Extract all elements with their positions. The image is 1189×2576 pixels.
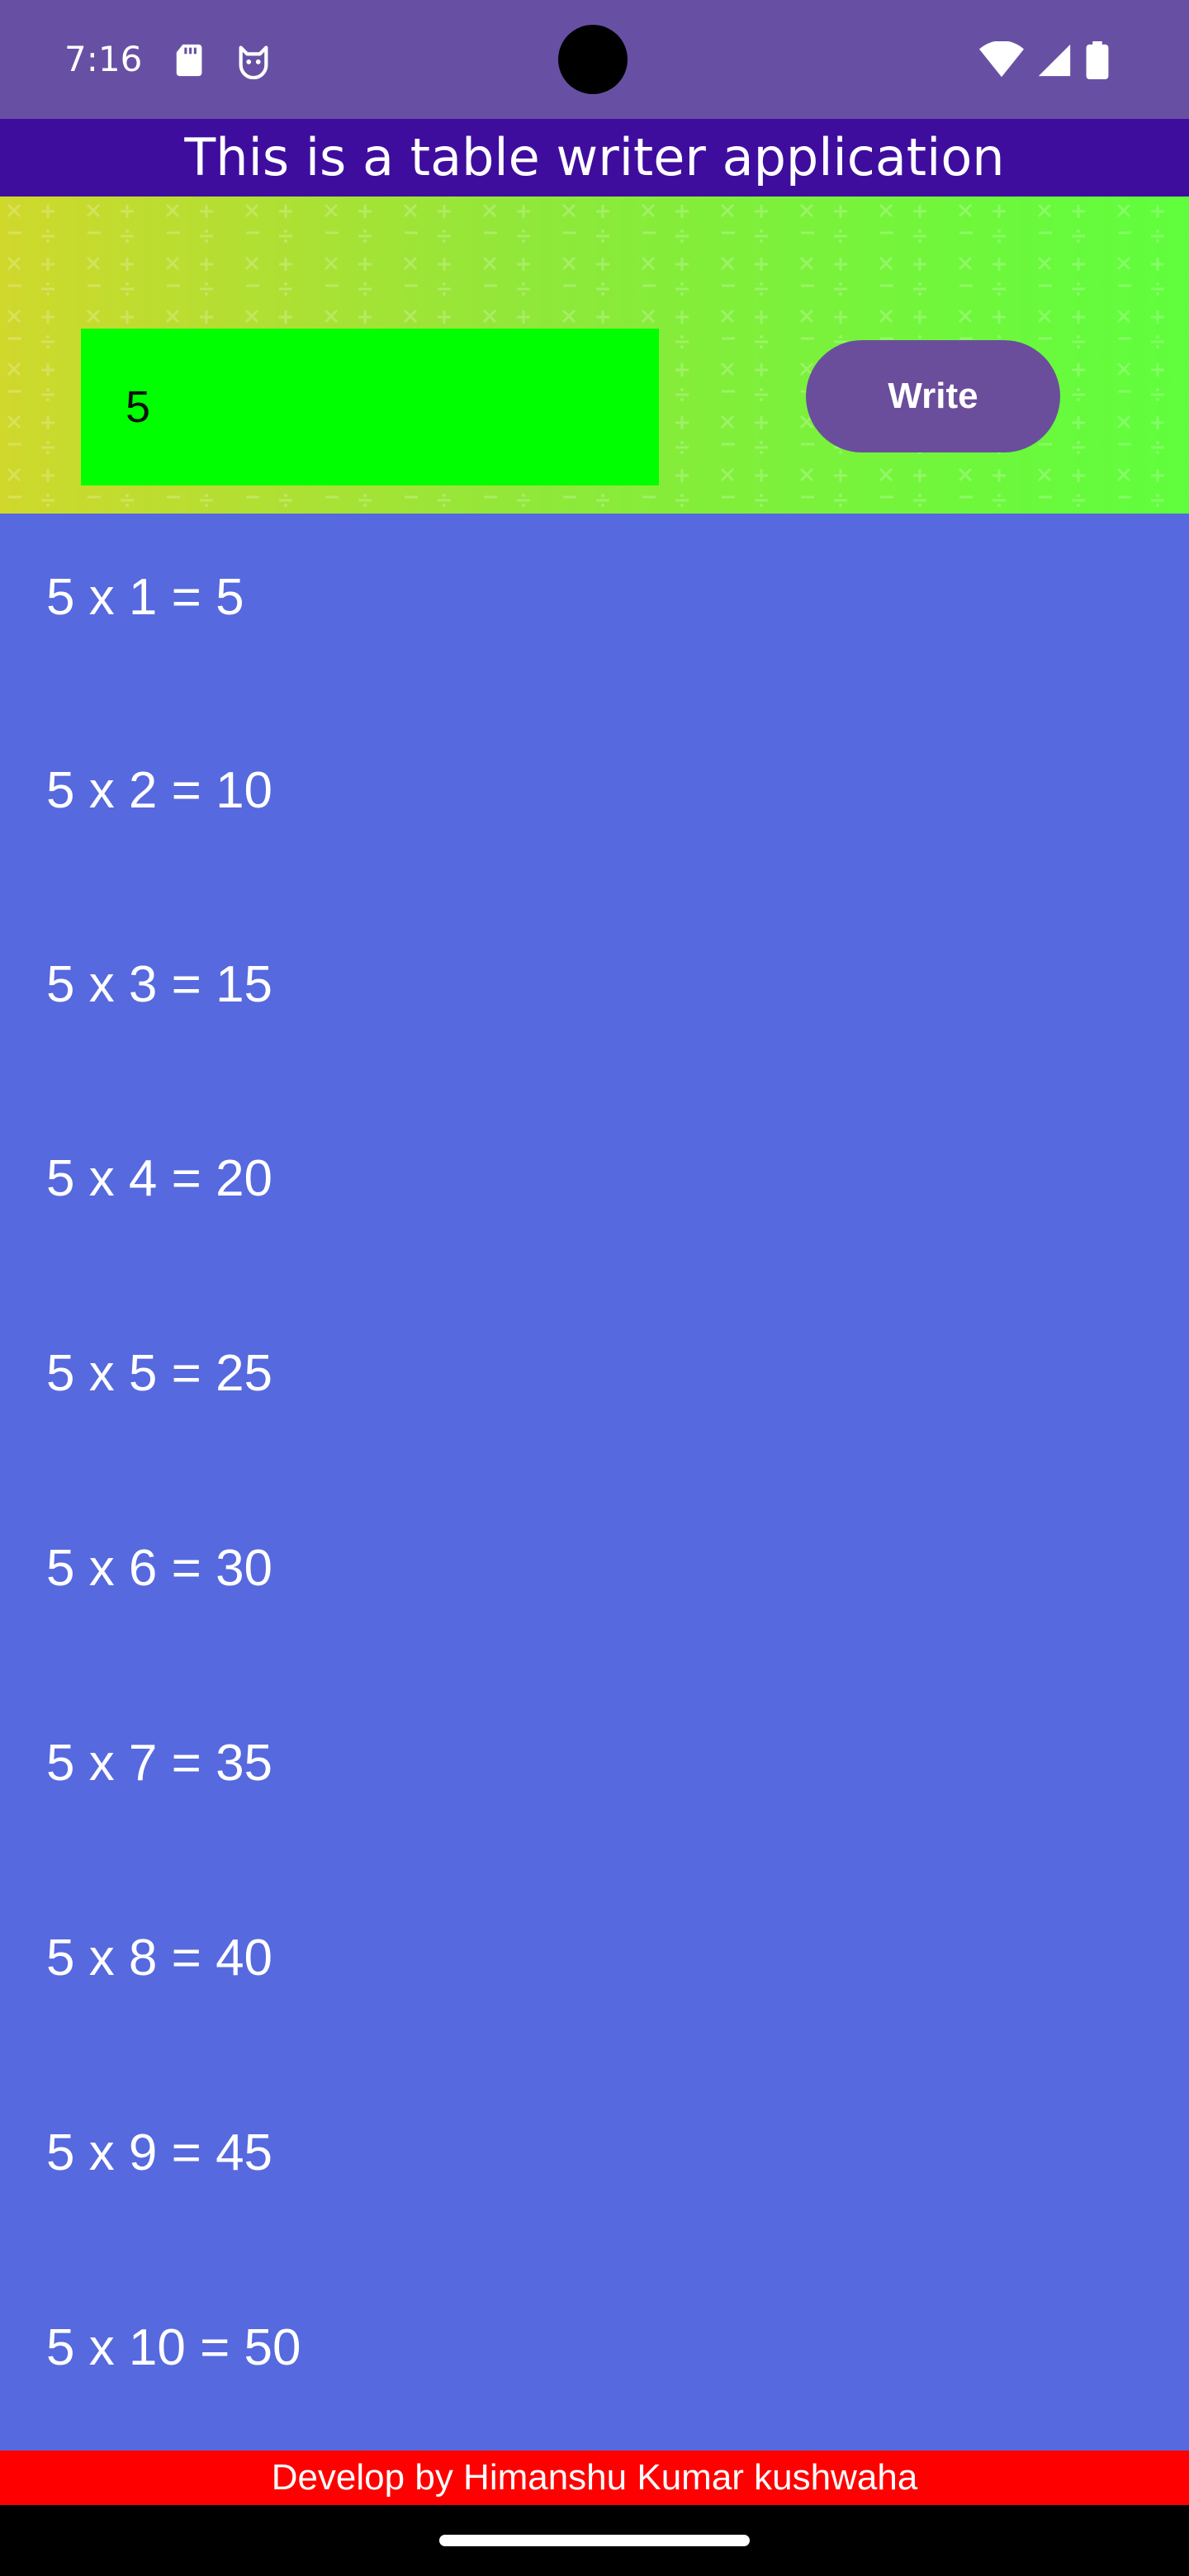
number-input[interactable] [81,329,659,485]
home-gesture-handle[interactable] [439,2535,750,2546]
app-title: This is a table writer application [0,119,1189,197]
developer-credit: Develop by Himanshu Kumar kushwaha [0,2451,1189,2505]
wifi-icon [979,41,1024,78]
write-button[interactable]: Write [806,340,1060,452]
table-row: 5 x 1 = 5 [46,569,244,626]
signal-icon [1038,44,1071,77]
camera-cutout [558,25,628,94]
table-row: 5 x 4 = 20 [46,1150,273,1207]
table-row: 5 x 2 = 10 [46,762,273,819]
status-bar: 7:16 [0,0,1189,119]
status-time: 7:16 [64,39,143,79]
table-list: 5 x 1 = 5 5 x 2 = 10 5 x 3 = 15 5 x 4 = … [0,514,1189,2451]
navigation-bar [0,2505,1189,2576]
table-row: 5 x 10 = 50 [46,2319,301,2376]
table-row: 5 x 8 = 40 [46,1930,273,1986]
table-row: 5 x 5 = 25 [46,1345,273,1402]
table-row: 5 x 3 = 15 [46,956,273,1013]
input-panel: Write [0,197,1189,514]
table-row: 5 x 7 = 35 [46,1735,273,1792]
cat-face-icon [239,45,268,79]
sd-card-icon [176,44,202,77]
battery-icon [1086,41,1109,79]
table-row: 5 x 6 = 30 [46,1540,273,1597]
table-row: 5 x 9 = 45 [46,2124,273,2181]
